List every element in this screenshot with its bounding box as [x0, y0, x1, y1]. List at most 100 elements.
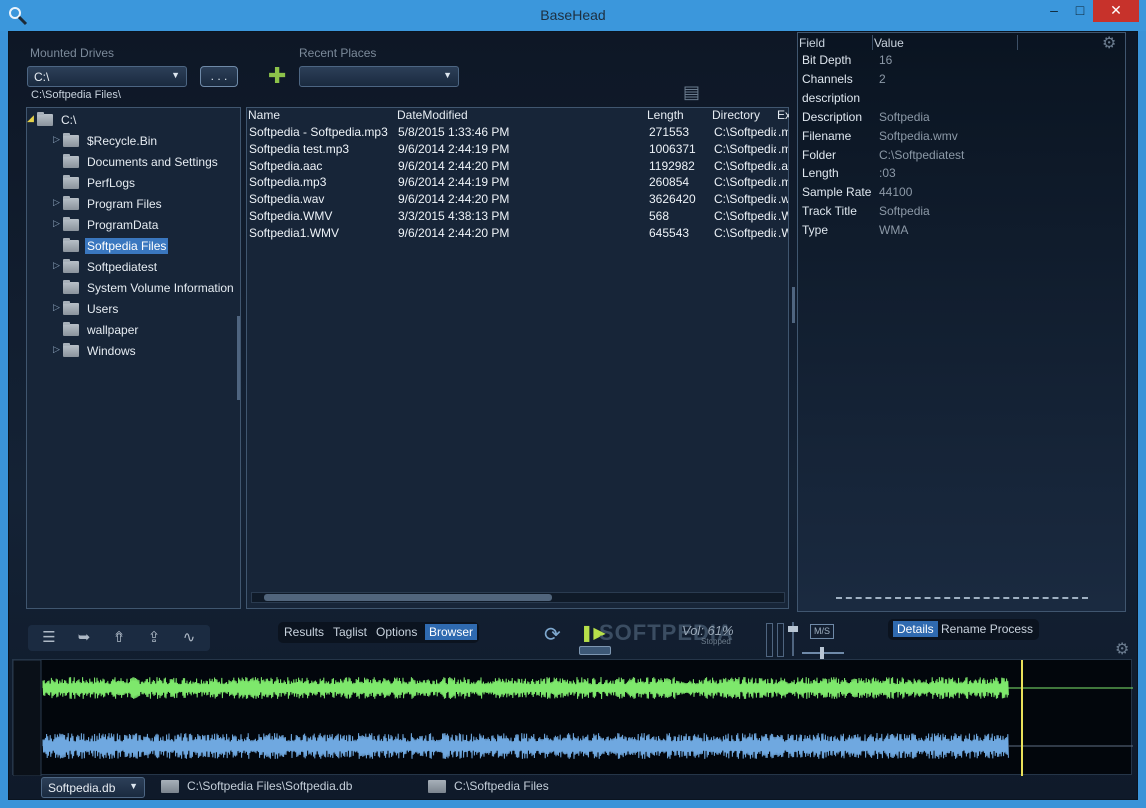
- column-extension[interactable]: Ex: [777, 108, 789, 124]
- expand-arrow-icon[interactable]: ▷: [53, 260, 63, 271]
- tree-item-label: Users: [87, 302, 119, 316]
- column-directory[interactable]: Directory: [712, 108, 760, 124]
- file-directory: C:\Softpedia: [714, 125, 776, 139]
- maximize-button[interactable]: □: [1067, 0, 1093, 22]
- file-name: Softpedia - Softpedia.mp3: [249, 125, 388, 139]
- details-value: :03: [879, 166, 896, 181]
- tree-item-label: PerfLogs: [87, 176, 136, 190]
- waveform-display[interactable]: [12, 659, 1133, 776]
- loop-icon[interactable]: ⟳: [544, 622, 561, 647]
- tree-item[interactable]: wallpaper: [53, 320, 263, 340]
- tree-item[interactable]: ▷ $Recycle.Bin: [53, 131, 263, 151]
- recent-places-select[interactable]: ▼: [299, 66, 459, 87]
- tree-item[interactable]: System Volume Information: [53, 278, 263, 298]
- horizontal-scrollbar[interactable]: [251, 592, 785, 603]
- file-directory: C:\Softpedia: [714, 141, 776, 156]
- column-length[interactable]: Length: [647, 108, 684, 124]
- column-name[interactable]: Name: [248, 108, 280, 124]
- details-column-field[interactable]: Field: [799, 36, 825, 50]
- tree-item[interactable]: ▷ Windows: [53, 341, 263, 361]
- file-directory: C:\Softpedia: [714, 158, 776, 173]
- file-directory: C:\Softpedia: [714, 225, 776, 240]
- playback-position-slider[interactable]: [579, 646, 611, 655]
- folder-icon: [63, 259, 79, 273]
- file-name: Softpedia.WMV: [249, 209, 333, 223]
- details-column-value[interactable]: Value: [874, 36, 904, 50]
- folder-path[interactable]: C:\Softpedia Files: [428, 779, 549, 794]
- expand-arrow-icon[interactable]: ▷: [53, 197, 63, 208]
- tree-item[interactable]: ▷ Program Files: [53, 194, 263, 214]
- expand-arrow-icon[interactable]: ▷: [53, 344, 63, 355]
- expand-arrow-icon[interactable]: ▷: [53, 218, 63, 229]
- details-field: Folder: [802, 147, 837, 162]
- panel-splitter[interactable]: [792, 287, 795, 323]
- details-gear-icon[interactable]: ⚙: [1102, 33, 1116, 53]
- tree-item-label: Softpediatest: [87, 260, 158, 274]
- waveform-export-icon[interactable]: ∿: [180, 629, 198, 647]
- tag-icon[interactable]: ➥: [75, 629, 93, 647]
- file-row[interactable]: Softpedia.aac 9/6/2014 2:44:20 PM 1192982 C…: [247, 158, 788, 176]
- volume-slider[interactable]: [788, 622, 798, 656]
- waveform-gear-icon[interactable]: ⚙: [1115, 639, 1129, 659]
- folder-icon: [428, 780, 446, 794]
- details-field: Type: [802, 223, 829, 238]
- file-row[interactable]: Softpedia1.WMV 9/6/2014 2:44:20 PM 645543 C…: [247, 225, 788, 243]
- file-name: Softpedia.mp3: [249, 175, 327, 190]
- balance-slider-thumb[interactable]: [820, 647, 824, 659]
- expanded-triangle-icon[interactable]: ◢: [27, 113, 37, 124]
- scroll-thumb[interactable]: [264, 594, 552, 601]
- tree-item[interactable]: ▷ Softpediatest: [53, 257, 263, 277]
- tab-rename-process[interactable]: Rename Process: [941, 622, 1033, 636]
- column-date-modified[interactable]: DateModified: [397, 108, 468, 124]
- tab-options[interactable]: Options: [376, 625, 417, 639]
- details-field: Description: [802, 109, 863, 124]
- file-row[interactable]: Softpedia.wav 9/6/2014 2:44:20 PM 3626420 C…: [247, 192, 788, 209]
- current-path: C:\Softpedia Files\: [31, 89, 121, 101]
- tree-item[interactable]: PerfLogs: [53, 173, 263, 193]
- tree-scrollbar[interactable]: [237, 316, 240, 400]
- tree-item[interactable]: Softpedia Files: [53, 236, 263, 256]
- tab-details[interactable]: Details: [893, 621, 938, 637]
- tab-results[interactable]: Results: [284, 625, 324, 639]
- close-button[interactable]: ✕: [1093, 0, 1139, 22]
- file-length: 568: [649, 209, 670, 223]
- file-row[interactable]: Softpedia - Softpedia.mp3 5/8/2015 1:33:4…: [247, 125, 788, 142]
- drive-select[interactable]: C:\ ▼: [27, 66, 187, 87]
- details-resize-handle[interactable]: [836, 597, 1088, 599]
- details-value: WMA: [879, 223, 909, 238]
- details-value: Softpedia: [879, 204, 930, 219]
- volume-slider-thumb[interactable]: [788, 626, 798, 632]
- details-value: Softpedia.wmv: [879, 128, 958, 143]
- minimize-button[interactable]: –: [1041, 0, 1067, 22]
- database-path[interactable]: C:\Softpedia Files\Softpedia.db: [161, 779, 352, 794]
- search-list-icon[interactable]: ▤: [683, 82, 700, 103]
- details-field: Filename: [802, 128, 852, 143]
- browse-button[interactable]: . . .: [200, 66, 238, 87]
- tree-item[interactable]: Documents and Settings: [53, 152, 263, 172]
- balance-slider[interactable]: [802, 647, 844, 659]
- file-length: 1006371: [649, 141, 696, 156]
- database-select[interactable]: Softpedia.db ▼: [41, 777, 145, 798]
- file-row[interactable]: Softpedia.mp3 9/6/2014 2:44:19 PM 260854 C:…: [247, 175, 788, 192]
- level-meter-left: [766, 623, 773, 657]
- list-icon[interactable]: ☰: [40, 629, 58, 647]
- file-date: 9/6/2014 2:44:20 PM: [398, 192, 510, 207]
- tree-item[interactable]: ▷ Users: [53, 299, 263, 319]
- tree-item-label: Windows: [87, 344, 136, 358]
- tab-browser[interactable]: Browser: [425, 624, 478, 640]
- column-divider: [872, 35, 873, 50]
- file-row[interactable]: Softpedia.WMV 3/3/2015 4:38:13 PM 568 C:\So…: [247, 209, 788, 226]
- tree-root[interactable]: ◢ C:\: [27, 110, 237, 130]
- ms-button[interactable]: M/S: [810, 624, 834, 639]
- export-icon[interactable]: ⇪: [145, 629, 163, 647]
- file-extension: .W: [778, 209, 788, 223]
- file-extension: .w: [778, 192, 788, 207]
- expand-arrow-icon[interactable]: ▷: [53, 134, 63, 145]
- add-place-icon[interactable]: ✚: [268, 65, 286, 87]
- file-row[interactable]: Softpedia test.mp3 9/6/2014 2:44:19 PM 100…: [247, 141, 788, 159]
- tree-item[interactable]: ▷ ProgramData: [53, 215, 263, 235]
- expand-arrow-icon[interactable]: ▷: [53, 302, 63, 313]
- tab-taglist[interactable]: Taglist: [333, 625, 367, 639]
- import-icon[interactable]: ⇮: [110, 629, 128, 647]
- column-divider: [1017, 35, 1018, 50]
